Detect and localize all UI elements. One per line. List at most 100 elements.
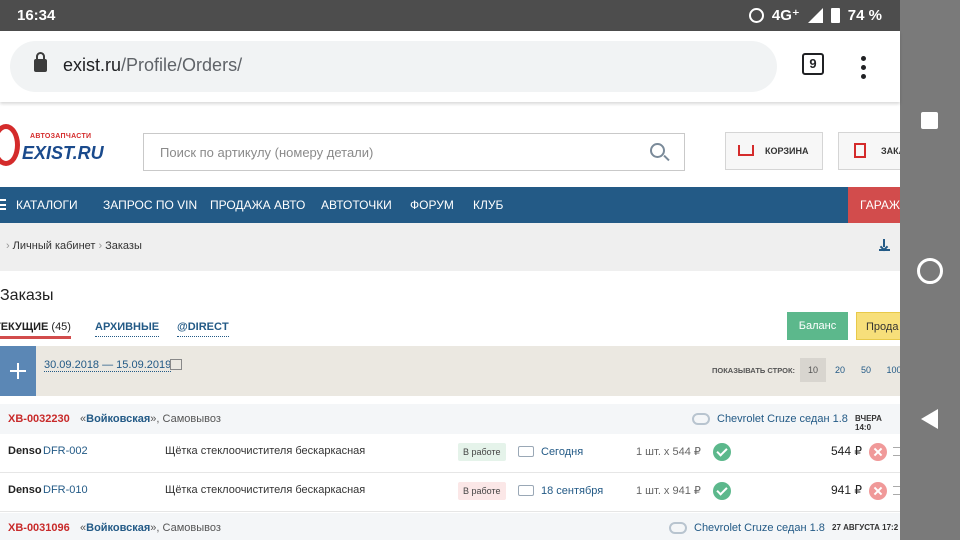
search-input[interactable]: Поиск по артикулу (номеру детали) xyxy=(143,133,685,171)
item-code[interactable]: DFR-010 xyxy=(43,484,88,496)
tab-current-count: (45) xyxy=(51,321,71,333)
orders-label: ЗАКА xyxy=(881,146,900,156)
url-host: exist.ru xyxy=(63,55,122,75)
web-page: АВТОЗАПЧАСТИ EXIST.RU Поиск по артикулу … xyxy=(0,102,900,540)
logo-gear-icon xyxy=(0,124,20,166)
order-pickup: «Войковская», Самовывоз xyxy=(80,413,221,425)
date-range-picker[interactable]: 30.09.2018 — 15.09.2019 xyxy=(44,359,172,372)
cancel-icon[interactable] xyxy=(869,443,887,461)
item-delivery-date[interactable]: 18 сентября xyxy=(541,485,603,497)
breadcrumb-separator: › xyxy=(6,240,10,252)
rows-option-10[interactable]: 10 xyxy=(800,358,826,382)
menu-item-catalogs[interactable]: КАТАЛОГИ xyxy=(16,198,78,212)
check-icon xyxy=(713,482,731,500)
alarm-icon xyxy=(748,7,764,23)
row-menu-icon[interactable] xyxy=(893,447,900,456)
search-icon[interactable] xyxy=(650,143,665,158)
url-path: /Profile/Orders/ xyxy=(121,55,243,75)
order-timestamp: 27 АВГУСТА 17:2 xyxy=(832,523,899,532)
order-car[interactable]: Chevrolet Cruze седан 1.8 xyxy=(694,522,825,534)
item-delivery-date[interactable]: Сегодня xyxy=(541,446,583,458)
item-description: Щётка стеклоочистителя бескаркасная xyxy=(165,484,366,496)
back-icon[interactable] xyxy=(921,409,938,429)
screen: 16:34 4G⁺ 74 % exist.ru/Profile/Orders/ … xyxy=(0,0,960,540)
item-brand: Denso xyxy=(8,484,42,496)
order-id[interactable]: XB-0031096 xyxy=(8,522,70,534)
cart-button[interactable]: КОРЗИНА xyxy=(725,132,823,170)
order-item-row: Denso DFR-002 Щётка стеклоочистителя бес… xyxy=(0,434,900,473)
order-store[interactable]: Войковская xyxy=(86,522,150,534)
order-header: XB-0032230 «Войковская», Самовывоз Chevr… xyxy=(0,404,900,434)
item-description: Щётка стеклоочистителя бескаркасная xyxy=(165,445,366,457)
prod-button[interactable]: Прода xyxy=(856,312,900,340)
battery-level: 74 % xyxy=(847,6,882,24)
truck-icon xyxy=(518,446,534,457)
order-id[interactable]: XB-0032230 xyxy=(8,413,70,425)
status-time: 16:34 xyxy=(17,7,56,24)
address-bar[interactable]: exist.ru/Profile/Orders/ xyxy=(10,41,777,92)
order-pickup: «Войковская», Самовывоз xyxy=(80,522,221,534)
menu-item-shops[interactable]: АВТОТОЧКИ xyxy=(321,198,392,212)
balance-button[interactable]: Баланс xyxy=(787,312,848,340)
breadcrumb-bar: › Личный кабинет › Заказы xyxy=(0,223,900,271)
signal-icon xyxy=(807,7,823,23)
order-item-row: Denso DFR-010 Щётка стеклоочистителя бес… xyxy=(0,473,900,512)
breadcrumb-cabinet[interactable]: Личный кабинет xyxy=(13,240,96,252)
row-menu-icon[interactable] xyxy=(893,486,900,495)
browser-toolbar: exist.ru/Profile/Orders/ 9 xyxy=(0,31,900,102)
menu-item-car-sale[interactable]: ПРОДАЖА АВТО xyxy=(210,198,305,212)
order-car[interactable]: Chevrolet Cruze седан 1.8 xyxy=(717,413,848,425)
system-nav-bar xyxy=(900,0,960,540)
add-filter-button[interactable] xyxy=(0,346,36,396)
rows-option-100[interactable]: 100 xyxy=(881,358,900,382)
more-menu-icon[interactable] xyxy=(861,56,866,83)
order-header: XB-0031096 «Войковская», Самовывоз Chevr… xyxy=(0,513,900,540)
battery-icon xyxy=(830,7,840,23)
car-icon xyxy=(669,522,687,534)
hamburger-icon[interactable] xyxy=(0,199,6,210)
recents-icon[interactable] xyxy=(921,112,938,129)
cancel-icon[interactable] xyxy=(869,482,887,500)
item-total: 544 ₽ xyxy=(831,444,862,458)
status-badge: В работе xyxy=(458,443,506,461)
lock-icon xyxy=(34,52,47,72)
order-delivery-method: Самовывоз xyxy=(162,413,221,425)
page-title: Заказы xyxy=(0,287,54,304)
item-qty-price: 1 шт. x 544 ₽ xyxy=(636,446,701,458)
menu-item-forum[interactable]: ФОРУМ xyxy=(410,198,454,212)
garage-button[interactable]: ГАРАЖ xyxy=(848,187,900,223)
main-menu: КАТАЛОГИ ЗАПРОС ПО VIN ПРОДАЖА АВТО АВТО… xyxy=(0,187,900,223)
menu-item-club[interactable]: КЛУБ xyxy=(473,198,503,212)
menu-item-vin[interactable]: ЗАПРОС ПО VIN xyxy=(103,198,197,212)
download-icon[interactable] xyxy=(879,239,890,251)
status-icons: 4G⁺ 74 % xyxy=(748,6,882,24)
item-code[interactable]: DFR-002 xyxy=(43,445,88,457)
filter-bar: 30.09.2018 — 15.09.2019 ПОКАЗЫВАТЬ СТРОК… xyxy=(0,346,900,396)
tab-switcher-button[interactable]: 9 xyxy=(802,53,824,75)
calendar-icon[interactable] xyxy=(170,359,182,370)
home-icon[interactable] xyxy=(917,258,943,284)
orders-list-icon xyxy=(854,143,866,158)
order-store[interactable]: Войковская xyxy=(86,413,150,425)
car-icon xyxy=(692,413,710,425)
url-text[interactable]: exist.ru/Profile/Orders/ xyxy=(63,55,242,76)
rows-option-20[interactable]: 20 xyxy=(827,358,853,382)
tab-direct[interactable]: @DIRECT xyxy=(177,321,229,337)
item-qty-price: 1 шт. x 941 ₽ xyxy=(636,485,701,497)
truck-icon xyxy=(518,485,534,496)
status-badge: В работе xyxy=(458,482,506,500)
rows-per-page-label: ПОКАЗЫВАТЬ СТРОК: xyxy=(712,366,796,375)
item-total: 941 ₽ xyxy=(831,483,862,497)
site-logo[interactable]: АВТОЗАПЧАСТИ EXIST.RU xyxy=(0,122,104,172)
rows-option-50[interactable]: 50 xyxy=(853,358,879,382)
search-placeholder: Поиск по артикулу (номеру детали) xyxy=(160,145,374,160)
breadcrumb-separator: › xyxy=(98,240,103,252)
breadcrumb: › Личный кабинет › Заказы xyxy=(3,240,142,252)
check-icon xyxy=(713,443,731,461)
tab-archive[interactable]: АРХИВНЫЕ xyxy=(95,321,160,337)
item-brand: Denso xyxy=(8,445,42,457)
tab-current[interactable]: ТЕКУЩИЕ (45) xyxy=(0,321,71,339)
orders-button[interactable]: ЗАКА xyxy=(838,132,900,170)
network-type: 4G⁺ xyxy=(771,7,800,24)
breadcrumb-current: Заказы xyxy=(105,240,142,252)
